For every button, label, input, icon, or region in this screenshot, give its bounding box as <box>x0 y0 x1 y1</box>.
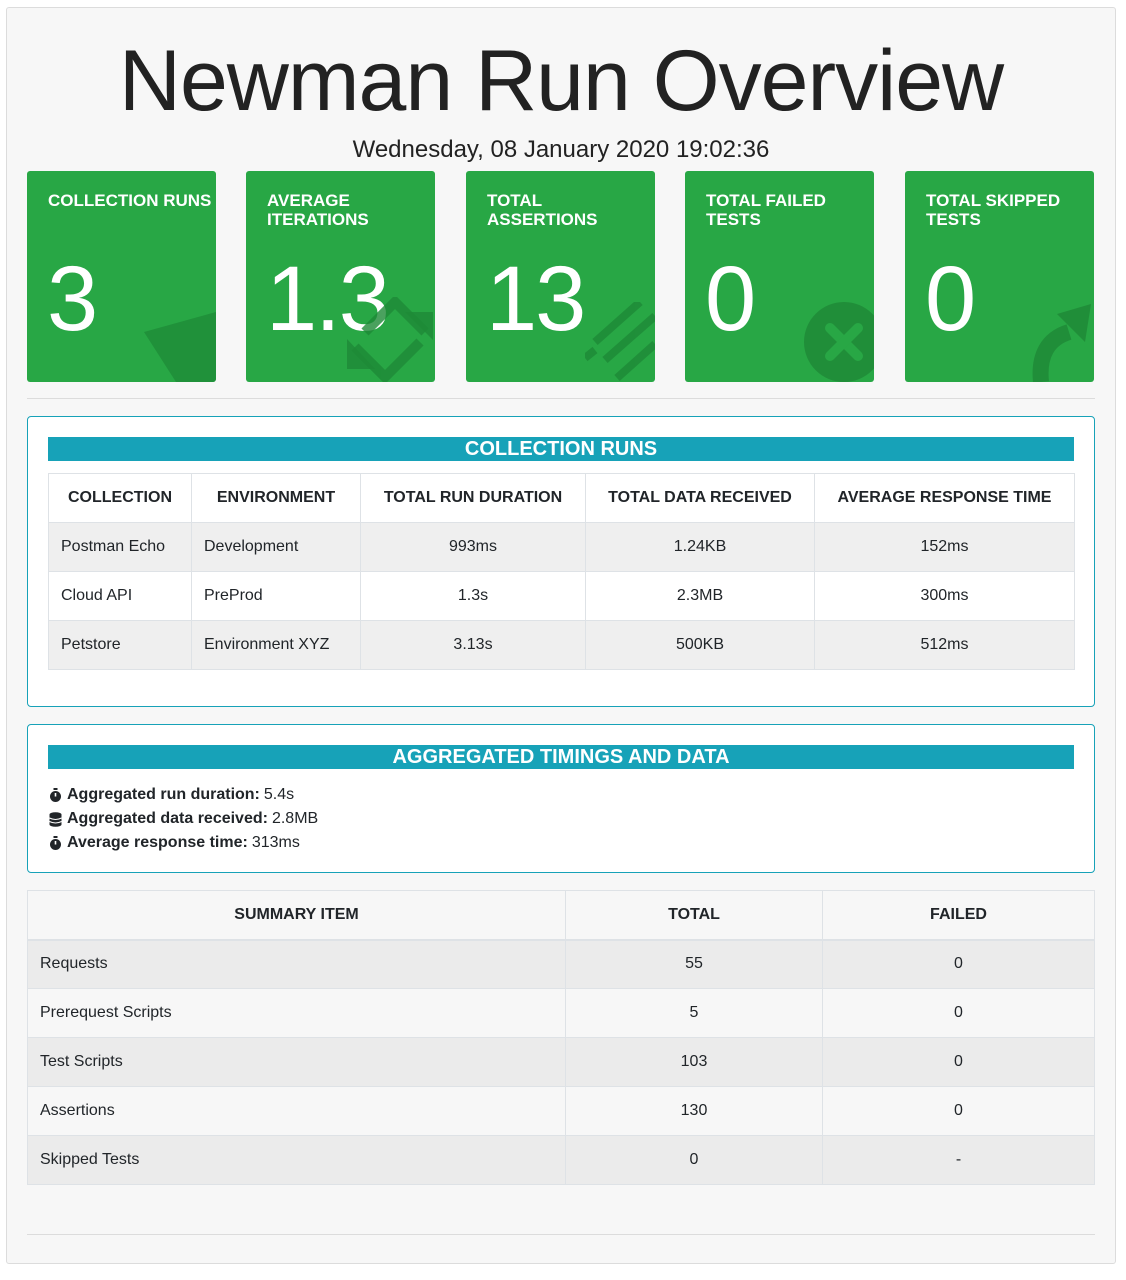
collection-cell: Cloud API <box>48 571 192 621</box>
list-item: Average response time: 313ms <box>48 831 318 855</box>
summary-table: SUMMARY ITEM TOTAL FAILED Requests 55 0 … <box>27 890 1095 1185</box>
failed-cell: 0 <box>822 939 1095 989</box>
run-duration-value: 5.4s <box>263 786 295 803</box>
summary-item-cell: Test Scripts <box>27 1037 566 1087</box>
list-item: Aggregated data received: 2.8MB <box>48 807 318 831</box>
environment-cell: Environment XYZ <box>191 620 361 670</box>
data-received-cell: 1.24KB <box>585 522 815 572</box>
column-header: AVERAGE RESPONSE TIME <box>814 473 1075 523</box>
card-value: 0 <box>925 248 976 350</box>
page-title: Newman Run Overview <box>118 33 1004 129</box>
divider <box>27 1234 1095 1235</box>
card-value: 13 <box>486 248 586 350</box>
table-row: Prerequest Scripts 5 0 <box>27 988 1095 1038</box>
card-label: TOTAL FAILED TESTS <box>706 191 826 229</box>
paper-plane-icon <box>144 312 216 382</box>
column-header: COLLECTION <box>48 473 192 523</box>
collection-cell: Postman Echo <box>48 522 192 572</box>
column-header: TOTAL DATA RECEIVED <box>585 473 815 523</box>
table-row: Postman Echo Development 993ms 1.24KB 15… <box>48 522 1075 572</box>
table-row: Cloud API PreProd 1.3s 2.3MB 300ms <box>48 571 1075 621</box>
collection-cell: Petstore <box>48 620 192 670</box>
collection-runs-panel: COLLECTION RUNS COLLECTION ENVIRONMENT T… <box>27 416 1095 707</box>
times-circle-icon <box>804 302 874 382</box>
duration-cell: 993ms <box>360 522 586 572</box>
table-header-row: SUMMARY ITEM TOTAL FAILED <box>27 890 1095 941</box>
duration-cell: 3.13s <box>360 620 586 670</box>
table-row: Test Scripts 103 0 <box>27 1037 1095 1087</box>
total-cell: 5 <box>565 988 823 1038</box>
column-header: TOTAL <box>565 890 823 941</box>
summary-item-cell: Requests <box>27 939 566 989</box>
card-value: 3 <box>47 248 98 350</box>
data-received-value: 2.8MB <box>271 810 319 827</box>
report-page: Newman Run Overview Wednesday, 08 Januar… <box>6 7 1116 1264</box>
column-header: SUMMARY ITEM <box>27 890 566 941</box>
column-header: FAILED <box>822 890 1095 941</box>
list-item: Aggregated run duration: 5.4s <box>48 783 318 807</box>
total-cell: 130 <box>565 1086 823 1136</box>
aggregated-list: Aggregated run duration: 5.4s Aggregated… <box>48 783 318 855</box>
duration-cell: 1.3s <box>360 571 586 621</box>
total-cell: 55 <box>565 939 823 989</box>
aggregated-heading: AGGREGATED TIMINGS AND DATA <box>48 745 1074 769</box>
tasks-list-icon <box>585 302 655 381</box>
database-icon <box>48 811 62 827</box>
card-label: AVERAGE ITERATIONS <box>267 191 369 229</box>
data-received-cell: 2.3MB <box>585 571 815 621</box>
card-total-failed-tests: TOTAL FAILED TESTS 0 <box>685 171 874 382</box>
column-header: TOTAL RUN DURATION <box>360 473 586 523</box>
card-average-iterations: AVERAGE ITERATIONS 1.3 <box>246 171 435 382</box>
card-collection-runs: COLLECTION RUNS 3 <box>27 171 216 382</box>
data-received-label: Aggregated data received: <box>67 810 268 827</box>
summary-item-cell: Prerequest Scripts <box>27 988 566 1038</box>
total-cell: 0 <box>565 1135 823 1185</box>
response-time-label: Average response time: <box>67 834 248 851</box>
table-row: Requests 55 0 <box>27 939 1095 989</box>
failed-cell: 0 <box>822 988 1095 1038</box>
data-received-cell: 500KB <box>585 620 815 670</box>
summary-item-cell: Assertions <box>27 1086 566 1136</box>
total-cell: 103 <box>565 1037 823 1087</box>
environment-cell: PreProd <box>191 571 361 621</box>
stopwatch-icon <box>48 787 62 803</box>
run-date: Wednesday, 08 January 2020 19:02:36 <box>352 136 770 163</box>
card-label: TOTAL ASSERTIONS <box>487 191 598 229</box>
failed-cell: 0 <box>822 1086 1095 1136</box>
column-header: ENVIRONMENT <box>191 473 361 523</box>
response-time-value: 313ms <box>251 834 300 851</box>
aggregated-panel: AGGREGATED TIMINGS AND DATA Aggregated r… <box>27 724 1095 873</box>
stat-cards: COLLECTION RUNS 3 AVERAGE ITERATIONS 1.3… <box>27 171 1095 382</box>
sync-arrows-icon <box>347 297 433 382</box>
failed-cell: 0 <box>822 1037 1095 1087</box>
share-arrow-icon <box>1032 304 1091 382</box>
card-total-assertions: TOTAL ASSERTIONS 13 <box>466 171 655 382</box>
divider <box>27 398 1095 399</box>
table-row: Assertions 130 0 <box>27 1086 1095 1136</box>
table-header-row: COLLECTION ENVIRONMENT TOTAL RUN DURATIO… <box>48 473 1075 523</box>
card-total-skipped-tests: TOTAL SKIPPED TESTS 0 <box>905 171 1094 382</box>
stopwatch-icon <box>48 835 62 851</box>
card-label: COLLECTION RUNS <box>48 191 212 210</box>
summary-item-cell: Skipped Tests <box>27 1135 566 1185</box>
collection-runs-table: COLLECTION ENVIRONMENT TOTAL RUN DURATIO… <box>48 473 1075 670</box>
table-row: Skipped Tests 0 - <box>27 1135 1095 1185</box>
response-time-cell: 512ms <box>814 620 1075 670</box>
response-time-cell: 152ms <box>814 522 1075 572</box>
collection-runs-heading: COLLECTION RUNS <box>48 437 1074 461</box>
table-row: Petstore Environment XYZ 3.13s 500KB 512… <box>48 620 1075 670</box>
card-label: TOTAL SKIPPED TESTS <box>926 191 1061 229</box>
failed-cell: - <box>822 1135 1095 1185</box>
environment-cell: Development <box>191 522 361 572</box>
run-duration-label: Aggregated run duration: <box>67 786 260 803</box>
card-value: 0 <box>705 248 756 350</box>
response-time-cell: 300ms <box>814 571 1075 621</box>
